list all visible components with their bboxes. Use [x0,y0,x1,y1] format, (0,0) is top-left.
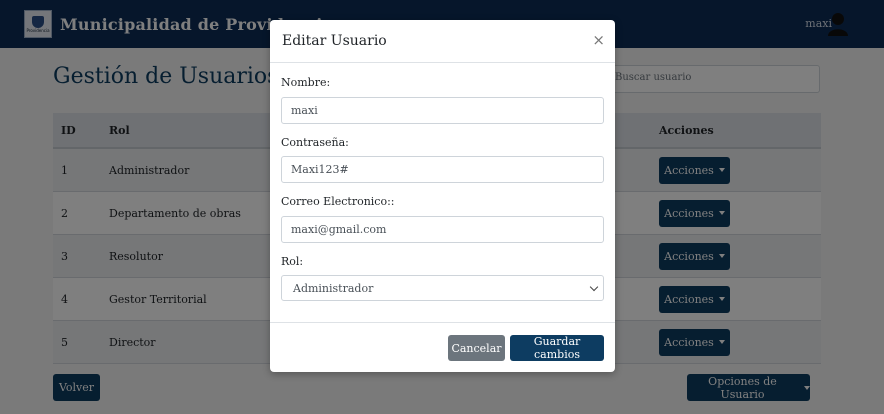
edit-user-modal: Editar Usuario × Nombre: Contraseña: Cor… [270,20,615,372]
nombre-input[interactable] [281,97,604,124]
rol-label: Rol: [281,255,304,268]
cancel-button[interactable]: Cancelar [448,335,505,361]
password-input[interactable] [281,156,604,183]
password-label: Contraseña: [281,136,349,149]
save-changes-button[interactable]: Guardar cambios [510,335,604,361]
rol-select[interactable]: Administrador [281,275,604,301]
rol-select-value: Administrador [293,282,374,295]
chevron-down-icon [589,282,599,292]
modal-header: Editar Usuario × [270,20,615,63]
modal-footer: Cancelar Guardar cambios [270,322,615,372]
modal-title: Editar Usuario [282,33,387,49]
email-label: Correo Electronico:: [281,195,395,208]
nombre-label: Nombre: [281,76,331,89]
email-input[interactable] [281,216,604,243]
close-icon[interactable]: × [592,31,605,49]
